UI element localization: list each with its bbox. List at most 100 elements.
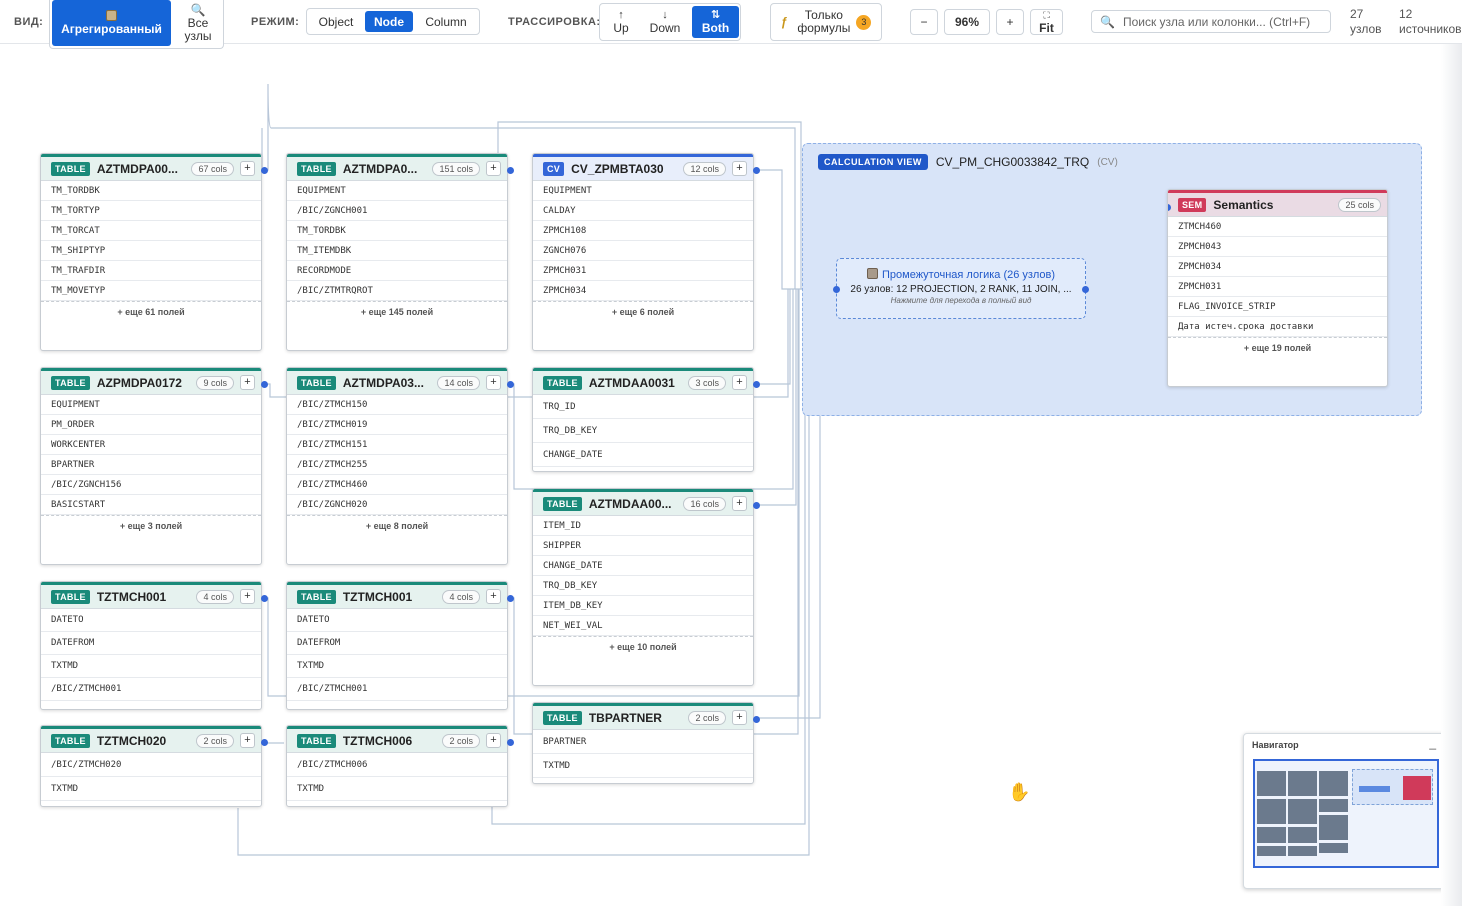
field-row[interactable]: ZPMCH108 xyxy=(533,221,753,241)
field-row[interactable]: ZTMCH460 xyxy=(1168,217,1387,237)
semantics-node[interactable]: SEM Semantics 25 cols ZTMCH460 ZPMCH043 ZPMC… xyxy=(1167,189,1388,387)
input-port[interactable] xyxy=(833,286,840,293)
field-row[interactable]: DATEFROM xyxy=(287,632,507,655)
field-row[interactable]: EQUIPMENT xyxy=(287,181,507,201)
field-row[interactable]: TM_TORDBK xyxy=(287,221,507,241)
field-row[interactable]: ITEM_ID xyxy=(533,516,753,536)
field-row[interactable]: PM_ORDER xyxy=(41,415,261,435)
expand-button[interactable]: + xyxy=(240,161,255,176)
field-row[interactable]: BASICSTART xyxy=(41,495,261,515)
calculation-view-group[interactable]: CALCULATION VIEW CV_PM_CHG0033842_TRQ (C… xyxy=(802,143,1422,416)
output-port[interactable] xyxy=(753,502,760,509)
field-row[interactable]: WORKCENTER xyxy=(41,435,261,455)
mode-object-button[interactable]: Object xyxy=(309,11,363,32)
node-tztmch001[interactable]: TABLE TZTMCH001 4 cols + DATETO DATEFROM TX… xyxy=(286,581,508,710)
field-row[interactable]: DATETO xyxy=(41,609,261,632)
field-row[interactable]: /BIC/ZTMCH150 xyxy=(287,395,507,415)
field-row[interactable]: TXTMD xyxy=(41,655,261,678)
expand-button[interactable]: + xyxy=(486,161,501,176)
output-port[interactable] xyxy=(261,595,268,602)
field-row[interactable]: TM_SHIPTYP xyxy=(41,241,261,261)
field-row[interactable]: RECORDMODE xyxy=(287,261,507,281)
field-row[interactable]: CHANGE_DATE xyxy=(533,556,753,576)
output-port[interactable] xyxy=(261,739,268,746)
field-row[interactable]: /BIC/ZTMCH255 xyxy=(287,455,507,475)
field-row[interactable]: TRQ_ID xyxy=(533,395,753,419)
field-row[interactable]: TRQ_DB_KEY xyxy=(533,419,753,443)
field-row[interactable]: TM_TORDBK xyxy=(41,181,261,201)
view-all-nodes-button[interactable]: 🔍 Все узлы xyxy=(174,0,222,46)
field-row[interactable]: TM_TORCAT xyxy=(41,221,261,241)
node-cv-zpmbta030[interactable]: CV CV_ZPMBTA030 12 cols + EQUIPMENT CALDAY… xyxy=(532,153,754,351)
search-input[interactable]: Поиск узла или колонки... (Ctrl+F) xyxy=(1123,15,1310,29)
output-port[interactable] xyxy=(753,381,760,388)
field-row[interactable]: Дата истеч.срока доставки xyxy=(1168,317,1387,337)
field-row[interactable]: TXTMD xyxy=(533,754,753,778)
node-aztmdpa03-[interactable]: TABLE AZTMDPA03... 14 cols + /BIC/ZTMCH15… xyxy=(286,367,508,565)
field-row[interactable]: /BIC/ZTMCH151 xyxy=(287,435,507,455)
field-row[interactable]: /BIC/ZTMTRQROT xyxy=(287,281,507,301)
zoom-in-button[interactable]: + xyxy=(996,9,1024,35)
output-port[interactable] xyxy=(507,739,514,746)
field-row[interactable]: TM_TRAFDIR xyxy=(41,261,261,281)
field-row[interactable]: /BIC/ZTMCH001 xyxy=(41,678,261,701)
canvas-scrollbar[interactable] xyxy=(1441,44,1462,906)
node-tztmch020[interactable]: TABLE TZTMCH020 2 cols + /BIC/ZTMCH020 TXT… xyxy=(40,725,262,807)
more-fields-link[interactable]: + еще 19 полей xyxy=(1168,337,1387,357)
node-tbpartner[interactable]: TABLE TBPARTNER 2 cols + BPARTNER TXTMD xyxy=(532,702,754,784)
navigator-panel[interactable]: Навигатор _ xyxy=(1243,733,1445,889)
expand-button[interactable]: + xyxy=(732,375,747,390)
navigator-viewport[interactable] xyxy=(1253,759,1439,868)
more-fields-link[interactable]: + еще 61 полей xyxy=(41,301,261,321)
expand-button[interactable]: + xyxy=(486,589,501,604)
field-row[interactable]: /BIC/ZTMCH001 xyxy=(287,678,507,701)
more-fields-link[interactable]: + еще 10 полей xyxy=(533,636,753,656)
output-port[interactable] xyxy=(1082,286,1089,293)
node-aztmdaa0031[interactable]: TABLE AZTMDAA0031 3 cols + TRQ_ID TRQ_DB_K… xyxy=(532,367,754,472)
field-row[interactable]: ZPMCH031 xyxy=(533,261,753,281)
intermediate-logic-node[interactable]: Промежуточная логика (26 узлов) 26 узлов… xyxy=(833,258,1089,319)
field-row[interactable]: ZPMCH034 xyxy=(1168,257,1387,277)
expand-button[interactable]: + xyxy=(240,375,255,390)
field-row[interactable]: BPARTNER xyxy=(533,730,753,754)
node-aztmdpa0-[interactable]: TABLE AZTMDPA0... 151 cols + EQUIPMENT/BI… xyxy=(286,153,508,351)
field-row[interactable]: /BIC/ZTMCH460 xyxy=(287,475,507,495)
node-tztmch006[interactable]: TABLE TZTMCH006 2 cols + /BIC/ZTMCH006 TXT… xyxy=(286,725,508,807)
expand-button[interactable]: + xyxy=(240,733,255,748)
output-port[interactable] xyxy=(261,381,268,388)
expand-button[interactable]: + xyxy=(486,375,501,390)
zoom-out-button[interactable]: − xyxy=(910,9,938,35)
formulas-only-button[interactable]: ƒ Только формулы 3 xyxy=(770,3,882,41)
field-row[interactable]: /BIC/ZTMCH020 xyxy=(41,753,261,777)
node-aztmdaa00-[interactable]: TABLE AZTMDAA00... 16 cols + ITEM_ID SHIPP… xyxy=(532,488,754,686)
expand-button[interactable]: + xyxy=(732,496,747,511)
field-row[interactable]: DATETO xyxy=(287,609,507,632)
field-row[interactable]: FLAG_INVOICE_STRIP xyxy=(1168,297,1387,317)
field-row[interactable]: CALDAY xyxy=(533,201,753,221)
expand-button[interactable]: + xyxy=(732,710,747,725)
field-row[interactable]: ZPMCH034 xyxy=(533,281,753,301)
field-row[interactable]: DATEFROM xyxy=(41,632,261,655)
field-row[interactable]: EQUIPMENT xyxy=(533,181,753,201)
field-row[interactable]: /BIC/ZGNCH001 xyxy=(287,201,507,221)
field-row[interactable]: TXTMD xyxy=(287,777,507,801)
field-row[interactable]: TM_MOVETYP xyxy=(41,281,261,301)
navigator-collapse-button[interactable]: _ xyxy=(1429,736,1436,750)
field-row[interactable]: NET_WEI_VAL xyxy=(533,616,753,636)
field-row[interactable]: CHANGE_DATE xyxy=(533,443,753,467)
fit-button[interactable]: ⛶ Fit xyxy=(1030,9,1063,35)
more-fields-link[interactable]: + еще 6 полей xyxy=(533,301,753,321)
view-aggregated-button[interactable]: Агрегированный xyxy=(52,0,171,46)
field-row[interactable]: TRQ_DB_KEY xyxy=(533,576,753,596)
search-box[interactable]: 🔍 Поиск узла или колонки... (Ctrl+F) xyxy=(1091,10,1331,33)
lineage-canvas[interactable]: CALCULATION VIEW CV_PM_CHG0033842_TRQ (C… xyxy=(0,44,1462,906)
output-port[interactable] xyxy=(507,167,514,174)
node-azpmdpa0172[interactable]: TABLE AZPMDPA0172 9 cols + EQUIPMENT PM_OR… xyxy=(40,367,262,565)
mode-column-button[interactable]: Column xyxy=(415,11,477,32)
expand-button[interactable]: + xyxy=(732,161,747,176)
trace-both-button[interactable]: ⇅ Both xyxy=(692,6,739,38)
output-port[interactable] xyxy=(507,381,514,388)
node-aztmdpa00-[interactable]: TABLE AZTMDPA00... 67 cols + TM_TORDBK TM_… xyxy=(40,153,262,351)
node-tztmch001[interactable]: TABLE TZTMCH001 4 cols + DATETO DATEFROM TX… xyxy=(40,581,262,710)
field-row[interactable]: TXTMD xyxy=(287,655,507,678)
